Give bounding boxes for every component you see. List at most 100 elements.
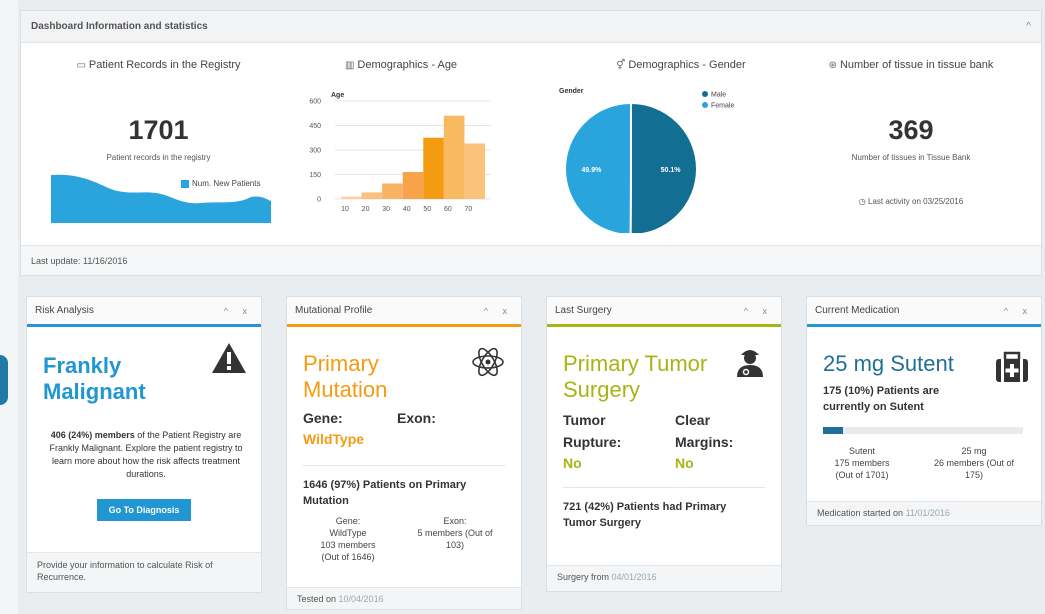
surgeon-icon (737, 350, 763, 377)
age-bar (402, 172, 424, 199)
medication-date: 11/01/2016 (905, 508, 950, 518)
risk-heading: Frankly Malignant (43, 353, 146, 405)
tissue-last-activity: Last activity on 03/25/2016 (868, 197, 964, 206)
medication-progress-fill (823, 427, 843, 434)
card-footer: Tested on 10/04/2016 (287, 587, 521, 609)
risk-heading-line2: Malignant (43, 379, 146, 404)
gene-label: Gene: (303, 410, 343, 426)
stat-patient-records: ▭ Patient Records in the Registry 1701 Pa… (41, 43, 276, 243)
dashboard-header: Dashboard Information and statistics ^ (21, 11, 1041, 43)
age-ytick-label: 300 (309, 148, 321, 155)
card-title: Last Surgery (555, 305, 612, 316)
mutation-summary-line1: 1646 (97%) Patients on Primary (303, 479, 467, 491)
tumor-rupture-label: Tumor Rupture: (563, 412, 622, 450)
go-to-diagnosis-button[interactable]: Go To Diagnosis (96, 499, 192, 521)
gender-legend-label: Male (711, 92, 726, 99)
stat-title-tissue: Number of tissue in tissue bank (839, 59, 994, 71)
surgery-heading-line2: Surgery (563, 377, 641, 402)
card-risk-analysis: Risk Analysis ^ x Frankly Malignant 406 … (26, 296, 262, 593)
age-histogram: Age 0 150 300 450 600 10 20 30 40 50 60 70 (309, 92, 491, 213)
age-bar (382, 183, 403, 199)
dashboard-panel: Dashboard Information and statistics ^ ▭… (20, 10, 1042, 276)
mutation-summary-line2: Mutation (303, 495, 349, 507)
clear-margins-label: Clear Margins: (675, 412, 734, 450)
clock-icon: ◷ (858, 197, 868, 206)
collapse-icon[interactable]: ^ (1026, 21, 1031, 32)
gender-legend-dot (702, 91, 708, 97)
tested-date: 10/04/2016 (338, 594, 384, 604)
new-patients-area-chart (51, 174, 271, 223)
mutation-heading: Primary Mutation (303, 351, 387, 403)
risk-heading-line1: Frankly (43, 353, 122, 378)
card-header: Last Surgery ^ x (547, 297, 781, 327)
age-xtick-label: 40 (403, 206, 411, 213)
last-update: Last update: 11/16/2016 (31, 255, 128, 266)
card-footer: Medication started on 11/01/2016 (807, 501, 1041, 525)
gender-pie-chart: Gender 50.1% 49.9% Male Female (559, 88, 734, 233)
clear-margins-value: No (675, 455, 694, 471)
exon-label: Exon: (397, 410, 436, 426)
atom-icon (472, 347, 504, 377)
age-ytick-label: 0 (317, 197, 321, 204)
surgery-heading-line1: Primary Tumor (563, 351, 708, 376)
gender-chart-title: Gender (559, 88, 584, 95)
risk-footer-text: Provide your information to calculate Ri… (37, 560, 213, 582)
age-ytick-label: 450 (309, 123, 321, 130)
gender-legend-label: Female (711, 103, 734, 110)
medication-drug-stat: Sutent 175 members (Out of 1701) (834, 446, 890, 480)
warning-icon (212, 343, 246, 373)
stat-gender: ⚥ Demographics - Gender Gender 50.1% 49.9% M… (551, 43, 771, 243)
card-controls[interactable]: ^ x (224, 306, 253, 316)
tissue-icon: ⊛ (828, 60, 837, 71)
gender-slice-label: 50.1% (661, 167, 682, 174)
card-header: Risk Analysis ^ x (27, 297, 261, 327)
card-controls[interactable]: ^ x (744, 306, 773, 316)
dashboard-title: Dashboard Information and statistics (31, 21, 208, 32)
new-patients-area (51, 174, 271, 223)
medication-dose-stat: 25 mg 26 members (Out of 175) (933, 446, 1015, 480)
card-title: Current Medication (815, 305, 900, 316)
risk-description: 406 (24%) members of the Patient Registr… (41, 429, 251, 481)
mutation-gene-stat: Gene: WildType 103 members (Out of 1646) (320, 516, 376, 562)
card-header: Mutational Profile ^ x (287, 297, 521, 327)
age-bar (443, 115, 465, 199)
surgery-summary-line2: Tumor Surgery (563, 517, 642, 529)
card-current-medication: Current Medication ^ x 25 mg Sutent 175 … (806, 296, 1042, 526)
surgery-summary: 721 (42%) Patients had Primary Tumor Sur… (563, 499, 726, 531)
age-bar (464, 143, 485, 199)
card-title: Mutational Profile (295, 305, 373, 316)
stat-title-gender: Demographics - Gender (628, 59, 746, 71)
patient-count: 1701 (128, 115, 189, 145)
tissue-count: 369 (888, 115, 934, 145)
stat-title-age: Demographics - Age (357, 59, 458, 71)
background-page-edge (0, 0, 18, 614)
gender-legend-dot (702, 102, 708, 108)
age-xtick-label: 60 (444, 206, 452, 213)
laptop-icon: ▭ (76, 60, 86, 71)
stat-tissue: ⊛ Number of tissue in tissue bank 369 Num… (801, 43, 1021, 243)
age-bar (361, 192, 383, 199)
medical-kit-icon (996, 351, 1028, 382)
medication-summary-line1: 175 (10%) Patients are (823, 385, 940, 397)
surgery-heading: Primary Tumor Surgery (563, 351, 707, 403)
surgery-summary-line1: 721 (42%) Patients had Primary (563, 501, 727, 513)
background-tab (0, 355, 8, 405)
surgery-date: 04/01/2016 (611, 572, 657, 582)
medication-progress-bar (823, 427, 1023, 434)
card-mutational-profile: Mutational Profile ^ x Primary Mutation … (286, 296, 522, 610)
card-footer: Surgery from 04/01/2016 (547, 565, 781, 591)
card-last-surgery: Last Surgery ^ x Primary Tumor Surgery T… (546, 296, 782, 592)
age-xtick-label: 20 (362, 206, 370, 213)
card-controls[interactable]: ^ x (1004, 306, 1033, 316)
age-xtick-label: 10 (341, 206, 349, 213)
age-xtick-label: 30 (382, 206, 390, 213)
medication-heading: 25 mg Sutent (823, 351, 954, 376)
card-title: Risk Analysis (35, 305, 94, 316)
stat-age: ▥ Demographics - Age Age 0 150 300 450 600 10 20… (301, 43, 501, 243)
age-ytick-label: 150 (309, 172, 321, 179)
card-footer: Provide your information to calculate Ri… (27, 552, 261, 592)
divider (303, 465, 505, 466)
card-header: Current Medication ^ x (807, 297, 1041, 327)
age-chart-title: Age (331, 92, 344, 99)
card-controls[interactable]: ^ x (484, 306, 513, 316)
